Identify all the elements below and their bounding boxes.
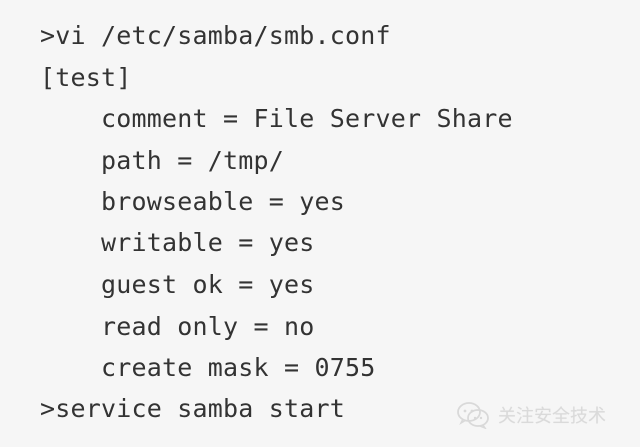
code-line-command-edit: >vi /etc/samba/smb.conf [40,21,391,50]
code-line-path: path = /tmp/ [101,146,285,175]
watermark-text: 关注安全技术 [498,406,606,427]
wechat-icon [456,401,490,429]
code-block: >vi /etc/samba/smb.conf [test] comment =… [0,0,640,447]
code-line-browseable: browseable = yes [101,187,346,216]
code-line-writable: writable = yes [101,228,315,257]
code-line-command-service: >service samba start [40,394,346,423]
code-line-create-mask: create mask = 0755 [101,353,376,382]
code-line-comment: comment = File Server Share [101,104,513,133]
code-line-read-only: read only = no [101,312,315,341]
code-line-guest-ok: guest ok = yes [101,270,315,299]
code-line-section: [test] [40,63,132,92]
watermark: 关注安全技术 [456,398,606,432]
